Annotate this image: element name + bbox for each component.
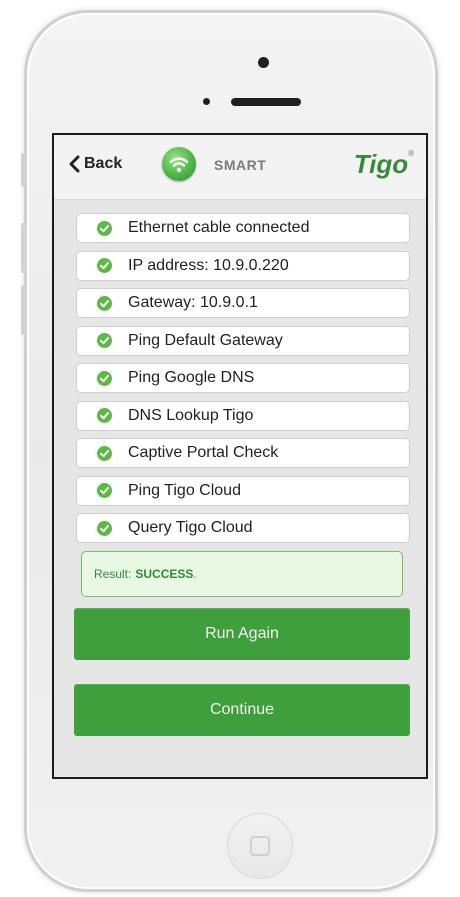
result-suffix: . [193,567,197,581]
tigo-logo: Tigo® [354,149,414,180]
check-item-dns-lookup: DNS Lookup Tigo [76,400,410,431]
brand-name: Tigo [353,149,409,179]
check-list: Ethernet cable connected IP address: 10.… [76,213,410,551]
mute-switch [21,153,27,187]
check-item-ping-google-dns: Ping Google DNS [76,363,410,393]
check-circle-icon [97,408,112,423]
check-item-ethernet: Ethernet cable connected [76,213,410,243]
check-item-ip-address: IP address: 10.9.0.220 [76,250,410,281]
check-circle-icon [97,333,112,348]
check-item-captive-portal: Captive Portal Check [76,438,410,468]
check-label: IP address: 10.9.0.220 [128,256,289,274]
check-label: Ping Default Gateway [128,331,283,349]
check-label: Ethernet cable connected [128,219,310,236]
nav-bar: Back SMART Tigo® [54,135,426,200]
check-circle-icon [97,445,112,461]
continue-button[interactable]: Continue [74,684,410,736]
chevron-left-icon [69,155,80,173]
check-circle-icon [97,520,112,536]
wifi-icon [162,147,196,181]
volume-down-button [21,285,27,335]
app-screen: Back SMART Tigo® Ethernet cable connecte… [52,133,428,779]
back-button[interactable]: Back [68,155,122,173]
check-circle-icon [97,483,112,498]
check-label: Captive Portal Check [128,444,279,461]
home-button-icon [250,836,270,856]
back-label: Back [84,155,123,172]
check-label: Ping Google DNS [128,369,255,386]
run-again-button[interactable]: Run Again [74,608,410,660]
earpiece-speaker [231,98,301,106]
proximity-sensor [203,98,210,105]
check-item-ping-gateway: Ping Default Gateway [76,325,410,356]
check-label: Gateway: 10.9.0.1 [128,294,258,311]
check-circle-icon [97,295,112,311]
check-item-gateway: Gateway: 10.9.0.1 [76,288,410,318]
check-item-ping-tigo-cloud: Ping Tigo Cloud [76,475,410,506]
check-circle-icon [97,370,112,386]
volume-up-button [21,223,27,273]
result-status: SUCCESS [135,567,194,581]
home-button[interactable] [227,813,293,879]
check-label: Query Tigo Cloud [128,519,253,536]
check-item-query-tigo-cloud: Query Tigo Cloud [76,513,410,543]
check-label: Ping Tigo Cloud [128,481,241,499]
front-camera [258,57,269,68]
result-label: Result: [94,567,132,581]
brand-mark: ® [408,149,414,158]
check-circle-icon [97,258,112,273]
device-label: SMART [214,157,267,173]
result-banner: Result: SUCCESS. [81,551,403,597]
check-circle-icon [97,220,112,236]
check-label: DNS Lookup Tigo [128,406,254,424]
